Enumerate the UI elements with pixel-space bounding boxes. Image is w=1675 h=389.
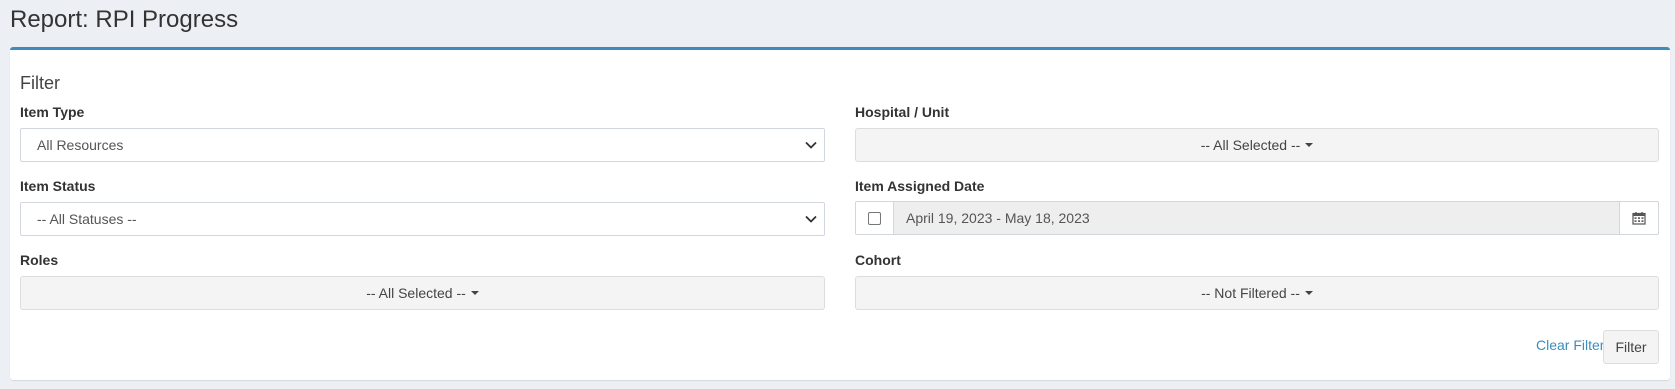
caret-down-icon [1304, 291, 1313, 295]
date-range-value: April 19, 2023 - May 18, 2023 [906, 210, 1090, 226]
date-range-input[interactable]: April 19, 2023 - May 18, 2023 [894, 201, 1619, 235]
item-status-value: -- All Statuses -- [37, 211, 137, 227]
roles-label: Roles [20, 252, 59, 268]
roles-dropdown[interactable]: -- All Selected -- [20, 276, 825, 310]
date-enable-checkbox[interactable] [868, 211, 881, 225]
filter-button[interactable]: Filter [1603, 330, 1659, 364]
hospital-unit-label: Hospital / Unit [855, 104, 950, 120]
calendar-icon [1632, 212, 1646, 225]
caret-down-icon [470, 291, 479, 295]
hospital-unit-dropdown[interactable]: -- All Selected -- [855, 128, 1659, 162]
item-assigned-date-group: April 19, 2023 - May 18, 2023 [855, 201, 1659, 235]
chevron-down-icon [805, 215, 817, 223]
clear-filter-link[interactable]: Clear Filter [1536, 337, 1604, 353]
chevron-down-icon [805, 141, 817, 149]
item-status-select[interactable]: -- All Statuses -- [20, 202, 825, 236]
cohort-label: Cohort [855, 252, 901, 268]
cohort-value: -- Not Filtered -- [1201, 285, 1300, 301]
filter-panel-title: Filter [20, 73, 60, 93]
date-enable-addon [855, 201, 894, 235]
item-status-label: Item Status [20, 178, 96, 194]
cohort-dropdown[interactable]: -- Not Filtered -- [855, 276, 1659, 310]
caret-down-icon [1305, 143, 1314, 147]
item-type-label: Item Type [20, 104, 85, 120]
page-title: Report: RPI Progress [10, 6, 239, 33]
item-assigned-date-label: Item Assigned Date [855, 178, 985, 194]
item-type-select[interactable]: All Resources [20, 128, 825, 162]
roles-value: -- All Selected -- [366, 285, 466, 301]
hospital-unit-value: -- All Selected -- [1200, 137, 1301, 153]
item-type-value: All Resources [37, 137, 124, 153]
calendar-button[interactable] [1619, 201, 1659, 235]
